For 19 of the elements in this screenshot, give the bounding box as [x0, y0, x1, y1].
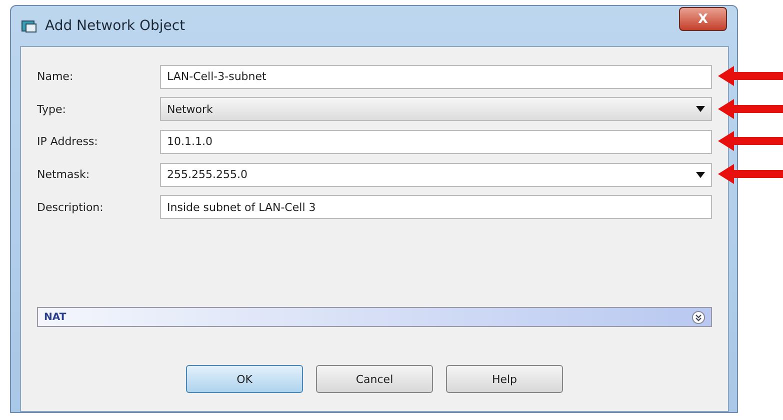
network-icon	[21, 19, 37, 33]
expand-icon[interactable]	[692, 310, 705, 324]
help-button[interactable]: Help	[446, 365, 563, 394]
input-field[interactable]: LAN-Cell-3-subnet	[160, 64, 712, 88]
field-label: IP Address:	[37, 135, 99, 148]
input-field[interactable]: 10.1.1.0	[160, 130, 712, 154]
cancel-button[interactable]: Cancel	[316, 365, 433, 394]
ok-button[interactable]: OK	[186, 365, 303, 394]
field-label: Type:	[37, 102, 67, 116]
dropdown[interactable]: Network	[160, 97, 712, 122]
window-title: Add Network Object	[45, 18, 186, 34]
dropdown-arrow-icon[interactable]	[696, 106, 705, 112]
field-label: Description:	[37, 200, 104, 214]
dropdown-arrow-icon[interactable]	[696, 172, 705, 178]
input-field[interactable]: Inside subnet of LAN-Cell 3	[160, 195, 712, 220]
combo-box[interactable]: 255.255.255.0	[160, 162, 712, 187]
nat-section-header[interactable]: NAT	[37, 307, 712, 328]
field-label: Netmask:	[37, 168, 91, 182]
field-label: Name:	[37, 70, 74, 83]
